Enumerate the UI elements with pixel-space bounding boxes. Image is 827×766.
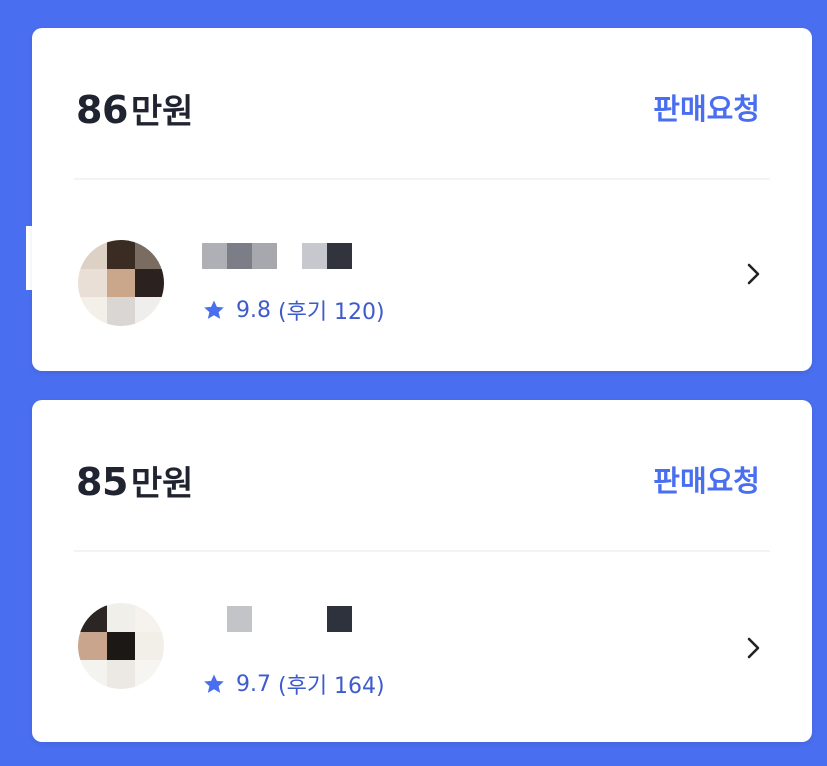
name-pixel (202, 243, 227, 269)
price-unit: 만원 (130, 92, 194, 132)
seller-name-redacted (202, 606, 352, 632)
avatar-pixel (135, 240, 164, 269)
name-pixel (277, 243, 302, 269)
name-pixel (252, 243, 277, 269)
avatar-pixel (78, 297, 107, 326)
avatar-pixel (106, 268, 136, 298)
offer-price: 86 만원 (76, 84, 193, 133)
rating-value: 9.7 (236, 671, 271, 697)
review-count: (후기 164) (278, 674, 385, 699)
name-pixel (327, 243, 352, 269)
avatar-pixel (106, 631, 136, 661)
avatar-pixel (135, 268, 164, 298)
sell-request-button[interactable]: 판매요청 (653, 86, 760, 128)
sell-request-button[interactable]: 판매요청 (653, 458, 760, 500)
avatar-pixel (106, 240, 136, 269)
divider (74, 550, 770, 552)
name-pixel (302, 606, 327, 632)
seller-rating: 9.8 (후기 120) (202, 294, 385, 326)
name-pixel (302, 243, 327, 269)
offer-card[interactable]: 85 만원 판매요청 9.7 (후기 164) (32, 400, 812, 742)
price-value: 85 (76, 460, 128, 504)
chevron-right-icon[interactable] (746, 262, 762, 286)
divider (74, 178, 770, 180)
star-icon (204, 674, 224, 693)
avatar (78, 603, 164, 689)
avatar-pixel (135, 603, 164, 632)
seller-name-redacted (202, 243, 352, 269)
price-unit: 만원 (130, 464, 194, 504)
chevron-right-icon[interactable] (746, 636, 762, 660)
review-count: (후기 120) (278, 300, 385, 325)
avatar-pixel (78, 240, 107, 269)
avatar-pixel (78, 660, 107, 689)
avatar-pixel (106, 603, 136, 632)
avatar-pixel (135, 297, 164, 326)
avatar-pixel (78, 631, 107, 661)
offer-price: 85 만원 (76, 456, 193, 505)
rating-value: 9.8 (236, 297, 271, 323)
offer-card[interactable]: 86 만원 판매요청 9.8 (후기 120) (32, 28, 812, 371)
name-pixel (227, 243, 252, 269)
name-pixel (202, 606, 227, 632)
avatar-pixel (106, 297, 136, 326)
avatar-pixel (78, 268, 107, 298)
name-pixel (252, 606, 277, 632)
name-pixel (327, 606, 352, 632)
star-icon (204, 300, 224, 319)
price-value: 86 (76, 88, 128, 132)
avatar-pixel (135, 631, 164, 661)
seller-rating: 9.7 (후기 164) (202, 668, 385, 700)
avatar-pixel (135, 660, 164, 689)
name-pixel (277, 606, 302, 632)
avatar-pixel (78, 603, 107, 632)
avatar (78, 240, 164, 326)
avatar-pixel (106, 660, 136, 689)
name-pixel (227, 606, 252, 632)
